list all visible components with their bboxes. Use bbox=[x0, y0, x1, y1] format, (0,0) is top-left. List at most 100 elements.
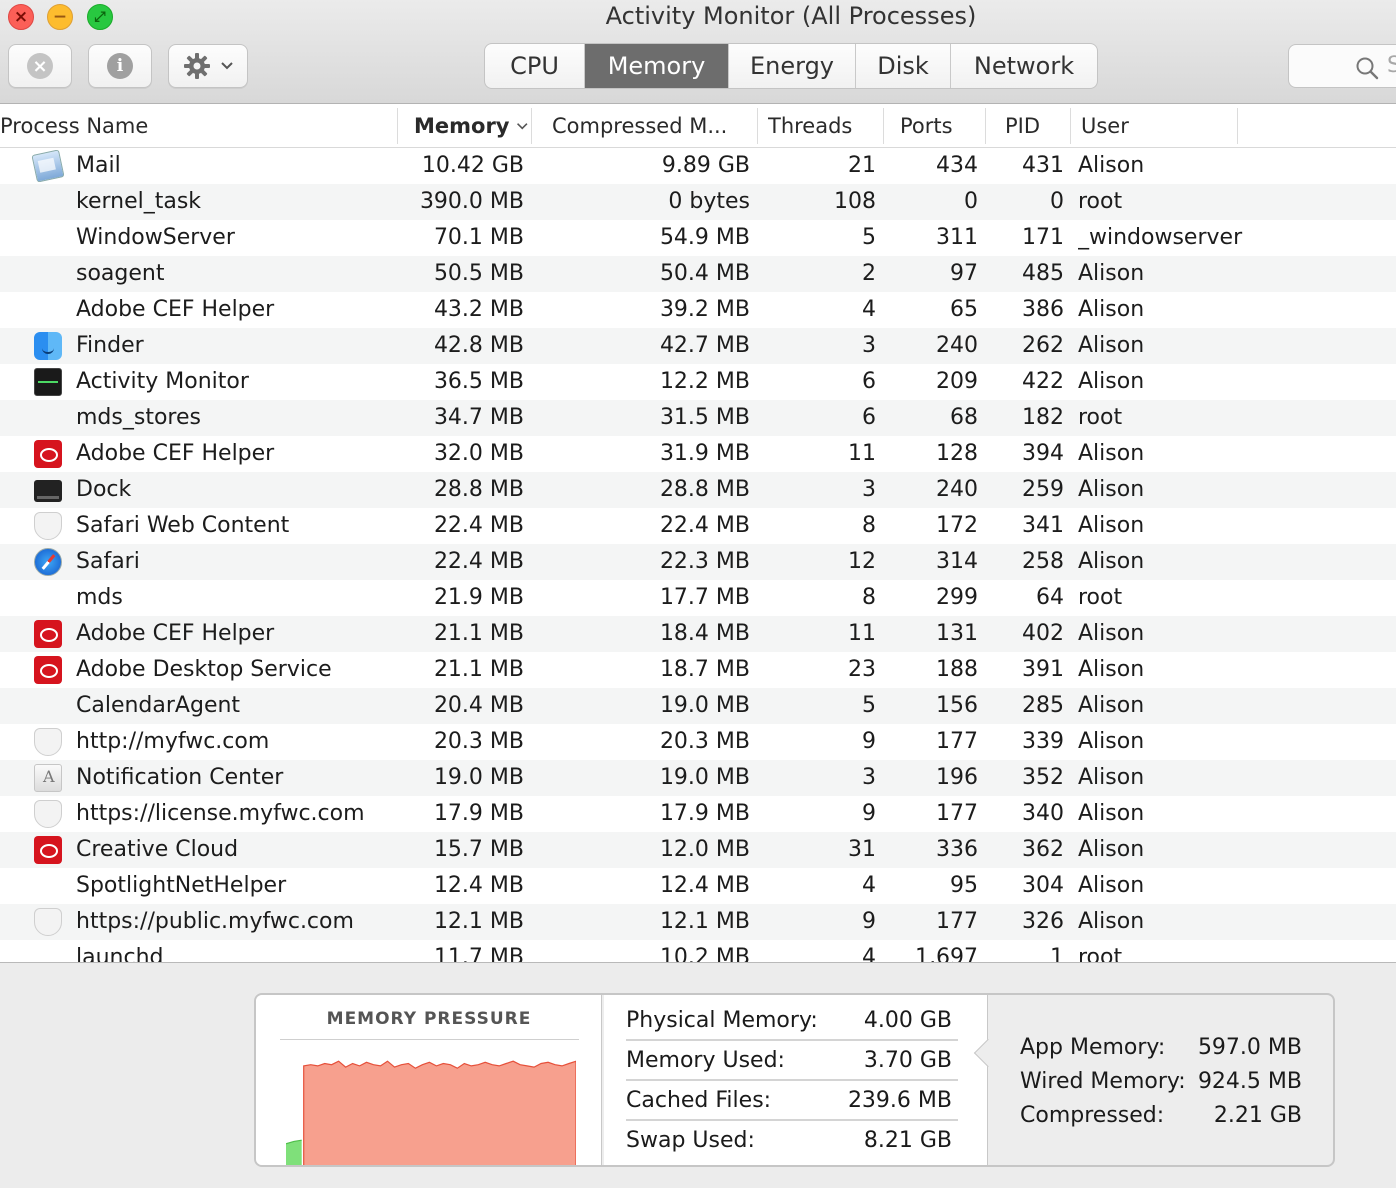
tab-network[interactable]: Network bbox=[951, 44, 1097, 88]
cell-threads: 5 bbox=[862, 225, 876, 250]
column-header-ports[interactable]: Ports bbox=[900, 104, 980, 148]
shield-app-icon bbox=[34, 728, 62, 756]
cell-name: SpotlightNetHelper bbox=[76, 873, 287, 898]
table-row[interactable]: Adobe CEF Helper 21.1 MB 18.4 MB 11 131 402 Al… bbox=[0, 616, 1396, 652]
cell-name: Dock bbox=[76, 477, 132, 502]
cell-pid: 391 bbox=[1022, 657, 1064, 682]
cell-pid: 386 bbox=[1022, 297, 1064, 322]
inspect-process-button[interactable]: i bbox=[88, 44, 152, 88]
cell-pid: 0 bbox=[1050, 189, 1064, 214]
table-row[interactable]: Adobe Desktop Service 21.1 MB 18.7 MB 23 188… bbox=[0, 652, 1396, 688]
cell-threads: 6 bbox=[862, 369, 876, 394]
table-row[interactable]: Activity Monitor 36.5 MB 12.2 MB 6 209 422 Ali… bbox=[0, 364, 1396, 400]
cell-ports: 311 bbox=[936, 225, 978, 250]
cell-memory: 21.9 MB bbox=[433, 585, 524, 610]
table-row[interactable]: Safari Web Content 22.4 MB 22.4 MB 8 172 341 A… bbox=[0, 508, 1396, 544]
cell-user: root bbox=[1078, 585, 1123, 610]
cell-pid: 352 bbox=[1022, 765, 1064, 790]
tab-energy[interactable]: Energy bbox=[729, 44, 856, 88]
cell-name: CalendarAgent bbox=[76, 693, 241, 718]
cell-compressed: 9.89 GB bbox=[661, 153, 750, 178]
table-row[interactable]: Adobe CEF Helper 32.0 MB 31.9 MB 11 128 394 Al… bbox=[0, 436, 1396, 472]
window-title: Activity Monitor (All Processes) bbox=[605, 2, 977, 30]
column-divider bbox=[531, 108, 532, 144]
cell-threads: 4 bbox=[862, 873, 876, 898]
table-row[interactable]: Finder 42.8 MB 42.7 MB 3 240 262 Alison bbox=[0, 328, 1396, 364]
cell-name: Safari bbox=[76, 549, 140, 574]
cell-pid: 394 bbox=[1022, 441, 1064, 466]
cell-name: Adobe CEF Helper bbox=[76, 297, 275, 322]
process-list[interactable]: Mail 10.42 GB 9.89 GB 21 434 431 Alison kernel_… bbox=[0, 148, 1396, 962]
table-row[interactable]: Creative Cloud 15.7 MB 12.0 MB 31 336 362 Alis… bbox=[0, 832, 1396, 868]
column-header-compressed-memory[interactable]: Compressed M... bbox=[552, 104, 752, 148]
pressure-normal-area bbox=[286, 1140, 302, 1165]
cell-name: mds_stores bbox=[76, 405, 201, 430]
column-header-threads[interactable]: Threads bbox=[768, 104, 878, 148]
cell-name: Creative Cloud bbox=[76, 837, 239, 862]
cell-threads: 9 bbox=[862, 909, 876, 934]
table-row[interactable]: Mail 10.42 GB 9.89 GB 21 434 431 Alison bbox=[0, 148, 1396, 184]
tab-cpu[interactable]: CPU bbox=[485, 44, 585, 88]
column-header-user[interactable]: User bbox=[1081, 104, 1231, 148]
table-row[interactable]: Adobe CEF Helper 43.2 MB 39.2 MB 4 65 386 Alis… bbox=[0, 292, 1396, 328]
cell-ports: 240 bbox=[936, 333, 978, 358]
column-header-memory[interactable]: Memory bbox=[414, 104, 528, 148]
table-row[interactable]: mds 21.9 MB 17.7 MB 8 299 64 root bbox=[0, 580, 1396, 616]
cell-threads: 31 bbox=[848, 837, 876, 862]
column-header-process-name[interactable]: Process Name bbox=[0, 104, 396, 148]
cell-memory: 42.8 MB bbox=[433, 333, 524, 358]
cell-threads: 4 bbox=[862, 297, 876, 322]
stop-process-button[interactable]: × bbox=[8, 44, 72, 88]
table-row[interactable]: https://public.myfwc.com 12.1 MB 12.1 MB 9 1… bbox=[0, 904, 1396, 940]
table-row[interactable]: mds_stores 34.7 MB 31.5 MB 6 68 182 root bbox=[0, 400, 1396, 436]
search-field[interactable]: S bbox=[1288, 44, 1396, 88]
notif-app-icon bbox=[34, 764, 62, 792]
tab-memory[interactable]: Memory bbox=[585, 44, 729, 88]
table-row[interactable]: SpotlightNetHelper 12.4 MB 12.4 MB 4 95 304 Al… bbox=[0, 868, 1396, 904]
cell-user: Alison bbox=[1078, 549, 1145, 574]
table-row[interactable]: WindowServer 70.1 MB 54.9 MB 5 311 171 _window… bbox=[0, 220, 1396, 256]
column-header-pid[interactable]: PID bbox=[1005, 104, 1065, 148]
column-header-memory-label: Memory bbox=[414, 114, 510, 138]
shield-app-icon bbox=[34, 800, 62, 828]
table-row[interactable]: soagent 50.5 MB 50.4 MB 2 97 485 Alison bbox=[0, 256, 1396, 292]
table-row[interactable]: kernel_task 390.0 MB 0 bytes 108 0 0 root bbox=[0, 184, 1396, 220]
table-row[interactable]: https://license.myfwc.com 17.9 MB 17.9 MB 9… bbox=[0, 796, 1396, 832]
cell-pid: 340 bbox=[1022, 801, 1064, 826]
stat-label: Swap Used: bbox=[626, 1128, 755, 1153]
cell-name: Adobe CEF Helper bbox=[76, 621, 275, 646]
action-menu-button[interactable] bbox=[168, 44, 248, 88]
table-row[interactable]: Notification Center 19.0 MB 19.0 MB 3 196 352… bbox=[0, 760, 1396, 796]
shield-app-icon bbox=[34, 908, 62, 936]
activity-app-icon bbox=[34, 368, 62, 396]
cell-user: Alison bbox=[1078, 765, 1145, 790]
cell-ports: 188 bbox=[936, 657, 978, 682]
cell-compressed: 54.9 MB bbox=[659, 225, 750, 250]
view-tabs: CPU Memory Energy Disk Network bbox=[484, 43, 1098, 89]
cell-ports: 128 bbox=[936, 441, 978, 466]
cell-compressed: 17.7 MB bbox=[659, 585, 750, 610]
shield-app-icon bbox=[34, 512, 62, 540]
cell-memory: 17.9 MB bbox=[433, 801, 524, 826]
table-row[interactable]: http://myfwc.com 20.3 MB 20.3 MB 9 177 339 Ali… bbox=[0, 724, 1396, 760]
stat-label: App Memory: bbox=[1020, 1035, 1166, 1060]
cell-pid: 422 bbox=[1022, 369, 1064, 394]
column-divider bbox=[397, 108, 398, 144]
stat-value: 2.21 GB bbox=[1213, 1103, 1302, 1128]
cell-name: soagent bbox=[76, 261, 165, 286]
stat-physical-memory: Physical Memory: 4.00 GB bbox=[626, 1001, 958, 1041]
tab-disk[interactable]: Disk bbox=[856, 44, 951, 88]
table-row[interactable]: Dock 28.8 MB 28.8 MB 3 240 259 Alison bbox=[0, 472, 1396, 508]
cell-threads: 9 bbox=[862, 801, 876, 826]
cell-compressed: 28.8 MB bbox=[659, 477, 750, 502]
table-row[interactable]: launchd 11.7 MB 10.2 MB 4 1,697 1 root bbox=[0, 940, 1396, 962]
cell-ports: 156 bbox=[936, 693, 978, 718]
adobe-app-icon bbox=[34, 656, 62, 684]
cell-ports: 95 bbox=[950, 873, 978, 898]
table-row[interactable]: Safari 22.4 MB 22.3 MB 12 314 258 Alison bbox=[0, 544, 1396, 580]
stat-value: 4.00 GB bbox=[863, 1008, 952, 1033]
table-row[interactable]: CalendarAgent 20.4 MB 19.0 MB 5 156 285 Alison bbox=[0, 688, 1396, 724]
cell-compressed: 12.0 MB bbox=[659, 837, 750, 862]
memory-stats: Physical Memory: 4.00 GB Memory Used: 3.… bbox=[604, 995, 988, 1165]
cell-name: mds bbox=[76, 585, 123, 610]
